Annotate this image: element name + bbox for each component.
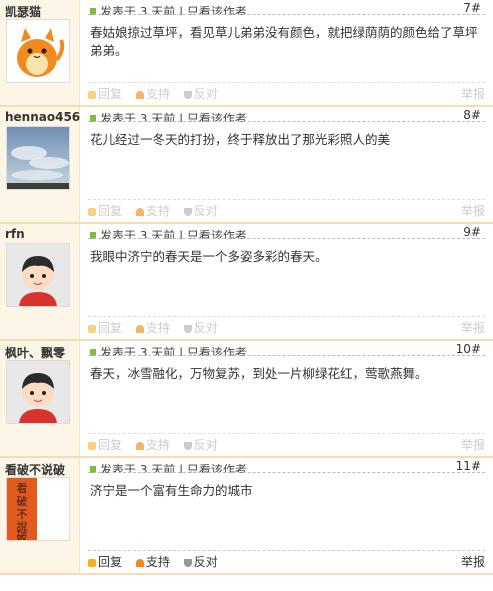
support-label: 支持 bbox=[145, 555, 170, 569]
post-item: hennao456 发表于 3 天前 | 只看该作者 8# 花儿经过一冬天的打扮… bbox=[0, 107, 493, 224]
author-name[interactable]: 凯瑟猫 bbox=[5, 3, 41, 20]
svg-text:破: 破 bbox=[17, 529, 28, 540]
post-actions: 回复 支持 反对 举报 bbox=[88, 433, 485, 453]
post-content: 春天，冰雪融化，万物复苏，到处一片柳绿花红，莺歌燕舞。 bbox=[90, 366, 428, 381]
support-button[interactable]: 支持 bbox=[135, 553, 170, 570]
support-label: 支持 bbox=[145, 87, 170, 101]
reply-button[interactable]: 回复 bbox=[88, 202, 122, 219]
oppose-label: 反对 bbox=[193, 87, 218, 101]
author-sidebar: hennao456 bbox=[0, 107, 80, 222]
oppose-button[interactable]: 反对 bbox=[183, 436, 218, 453]
support-label: 支持 bbox=[145, 204, 170, 218]
support-button[interactable]: 支持 bbox=[135, 319, 170, 336]
support-label: 支持 bbox=[145, 321, 170, 335]
divider bbox=[88, 238, 485, 239]
divider bbox=[88, 121, 485, 122]
oppose-button[interactable]: 反对 bbox=[183, 202, 218, 219]
author-sidebar: 看破不说破 看 破 不 說 破 bbox=[0, 458, 80, 573]
oppose-button[interactable]: 反对 bbox=[183, 319, 218, 336]
reply-icon bbox=[88, 90, 96, 99]
support-button[interactable]: 支持 bbox=[135, 85, 170, 102]
oppose-button[interactable]: 反对 bbox=[183, 553, 218, 570]
author-sidebar: 凯瑟猫 bbox=[0, 0, 80, 105]
divider bbox=[88, 14, 485, 15]
thumbs-down-icon bbox=[183, 441, 192, 450]
divider bbox=[88, 355, 485, 356]
post-content: 花儿经过一冬天的打扮，终于释放出了那光彩照人的美 bbox=[90, 132, 391, 147]
report-button[interactable]: 举报 bbox=[461, 319, 485, 336]
reply-label: 回复 bbox=[98, 87, 123, 101]
support-button[interactable]: 支持 bbox=[135, 436, 170, 453]
oppose-label: 反对 bbox=[193, 555, 218, 569]
post-list: 凯瑟猫 发表于 3 天前 | 只看该作者 7# 春姑娘掠过草坪，看见草儿弟弟没有… bbox=[0, 0, 493, 575]
floor-number[interactable]: 11# bbox=[456, 459, 481, 471]
post-actions: 回复 支持 反对 举报 bbox=[88, 82, 485, 102]
report-button[interactable]: 举报 bbox=[461, 436, 485, 453]
cartoon-boy-avatar-icon bbox=[7, 244, 69, 306]
thumbs-down-icon bbox=[183, 558, 192, 567]
thumbs-up-icon bbox=[135, 324, 144, 333]
reply-icon bbox=[88, 441, 96, 450]
reply-label: 回复 bbox=[98, 438, 123, 452]
post-item: 看破不说破 看 破 不 說 破 发表于 3 天前 | 只看该作者 11# 济宁是… bbox=[0, 458, 493, 575]
oppose-label: 反对 bbox=[193, 438, 218, 452]
reply-button[interactable]: 回复 bbox=[88, 553, 122, 570]
author-name[interactable]: 枫叶、飘零 bbox=[5, 344, 65, 361]
reply-label: 回复 bbox=[98, 321, 123, 335]
post-item: 枫叶、飘零 发表于 3 天前 | 只看该作者 10# 春天，冰雪融化，万物复苏，… bbox=[0, 341, 493, 458]
avatar[interactable] bbox=[6, 126, 70, 190]
post-actions: 回复 支持 反对 举报 bbox=[88, 550, 485, 570]
avatar[interactable] bbox=[6, 19, 70, 83]
thumbs-up-icon bbox=[135, 441, 144, 450]
reply-icon bbox=[88, 207, 96, 216]
floor-number[interactable]: 8# bbox=[463, 108, 481, 120]
avatar[interactable] bbox=[6, 360, 70, 424]
post-item: rfn 发表于 3 天前 | 只看该作者 9# 我眼中济宁的春天是一个多姿多彩的… bbox=[0, 224, 493, 341]
post-content: 春姑娘掠过草坪，看见草儿弟弟没有颜色，就把绿荫荫的颜色给了草坪弟弟。 bbox=[90, 25, 478, 58]
author-name[interactable]: rfn bbox=[5, 227, 25, 241]
reply-label: 回复 bbox=[98, 204, 123, 218]
author-sidebar: rfn bbox=[0, 224, 80, 339]
avatar[interactable] bbox=[6, 243, 70, 307]
report-button[interactable]: 举报 bbox=[461, 202, 485, 219]
reply-button[interactable]: 回复 bbox=[88, 436, 122, 453]
reply-label: 回复 bbox=[98, 555, 123, 569]
support-button[interactable]: 支持 bbox=[135, 202, 170, 219]
floor-number[interactable]: 7# bbox=[463, 1, 481, 13]
svg-text:破: 破 bbox=[17, 494, 28, 508]
thumbs-up-icon bbox=[135, 207, 144, 216]
report-button[interactable]: 举报 bbox=[461, 85, 485, 102]
reply-icon bbox=[88, 324, 96, 333]
author-name[interactable]: hennao456 bbox=[5, 110, 80, 124]
oppose-label: 反对 bbox=[193, 321, 218, 335]
post-content: 我眼中济宁的春天是一个多姿多彩的春天。 bbox=[90, 249, 328, 264]
report-button[interactable]: 举报 bbox=[461, 553, 485, 570]
author-name[interactable]: 看破不说破 bbox=[5, 461, 65, 478]
thumbs-down-icon bbox=[183, 207, 192, 216]
reply-button[interactable]: 回复 bbox=[88, 319, 122, 336]
reply-icon bbox=[88, 558, 96, 567]
floor-number[interactable]: 9# bbox=[463, 225, 481, 237]
post-actions: 回复 支持 反对 举报 bbox=[88, 199, 485, 219]
post-content: 济宁是一个富有生命力的城市 bbox=[90, 483, 253, 498]
sky-clouds-avatar-icon bbox=[7, 127, 69, 189]
post-item: 凯瑟猫 发表于 3 天前 | 只看该作者 7# 春姑娘掠过草坪，看见草儿弟弟没有… bbox=[0, 0, 493, 107]
support-label: 支持 bbox=[145, 438, 170, 452]
thumbs-up-icon bbox=[135, 558, 144, 567]
oppose-label: 反对 bbox=[193, 204, 218, 218]
cartoon-boy-avatar-icon bbox=[7, 361, 69, 423]
author-sidebar: 枫叶、飘零 bbox=[0, 341, 80, 456]
cat-avatar-icon bbox=[7, 20, 69, 82]
thumbs-up-icon bbox=[135, 90, 144, 99]
oppose-button[interactable]: 反对 bbox=[183, 85, 218, 102]
post-actions: 回复 支持 反对 举报 bbox=[88, 316, 485, 336]
svg-text:看: 看 bbox=[17, 481, 28, 495]
thumbs-down-icon bbox=[183, 90, 192, 99]
divider bbox=[88, 472, 485, 473]
avatar[interactable]: 看 破 不 說 破 bbox=[6, 477, 70, 541]
reply-button[interactable]: 回复 bbox=[88, 85, 122, 102]
floor-number[interactable]: 10# bbox=[456, 342, 481, 354]
thumbs-down-icon bbox=[183, 324, 192, 333]
calligraphy-avatar-icon: 看 破 不 說 破 bbox=[7, 478, 69, 540]
